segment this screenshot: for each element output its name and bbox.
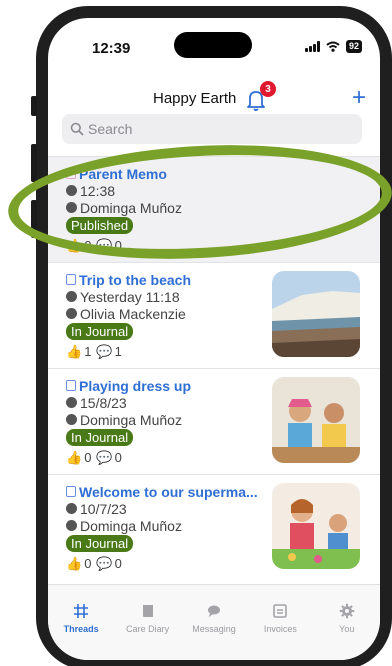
tab-you[interactable]: You [314, 603, 380, 660]
signal-icon [304, 41, 320, 52]
page-title: Happy Earth [153, 90, 237, 107]
book-icon [142, 605, 153, 617]
status-badge: In Journal [66, 429, 134, 446]
thread-title: Trip to the beach [79, 271, 192, 288]
status-badge: In Journal [66, 323, 134, 340]
like-count: 1 [84, 344, 92, 359]
tab-invoices[interactable]: Invoices [247, 603, 313, 660]
invoice-icon [273, 604, 288, 618]
thread-time: Yesterday 11:18 [80, 288, 180, 305]
search-icon [70, 122, 84, 136]
post-icon [66, 380, 76, 391]
tab-label: Invoices [263, 624, 297, 634]
clock-icon [66, 291, 77, 302]
tab-label: Threads [63, 624, 99, 634]
comment-icon[interactable]: 💬 [96, 450, 112, 466]
like-icon[interactable]: 👍 [66, 450, 82, 466]
thread-author: Dominga Muñoz [80, 517, 182, 534]
thread-author: Olivia Mackenzie [80, 305, 186, 322]
side-button-mute [31, 96, 37, 116]
kids-dress-up-photo[interactable] [272, 377, 360, 463]
notification-badge: 3 [260, 81, 276, 97]
hash-grid-icon [74, 604, 89, 618]
comment-icon[interactable]: 💬 [96, 344, 112, 360]
thread-time: 15/8/23 [80, 394, 127, 411]
tab-label: Messaging [192, 624, 236, 634]
comment-count: 0 [114, 450, 122, 465]
thread-title: Playing dress up [79, 377, 192, 394]
like-count: 0 [84, 450, 92, 465]
tab-care-diary[interactable]: Care Diary [115, 603, 181, 660]
like-icon[interactable]: 👍 [66, 556, 82, 572]
person-icon [66, 308, 77, 319]
beach-photo[interactable] [272, 271, 360, 357]
person-icon [66, 414, 77, 425]
thread-author: Dominga Muñoz [80, 411, 182, 428]
thread-time: 10/7/23 [80, 500, 127, 517]
kids-play-photo[interactable] [272, 483, 360, 569]
tab-label: Care Diary [126, 624, 170, 634]
thread-item-playing-dress-up[interactable]: Playing dress up 15/8/23 Dominga Muñoz I… [48, 368, 380, 474]
status-badge: In Journal [66, 535, 134, 552]
comment-icon[interactable]: 💬 [96, 556, 112, 572]
side-button-volume-up [31, 144, 37, 182]
post-icon [66, 486, 76, 497]
add-thread-button[interactable]: + [352, 84, 366, 112]
post-icon [66, 274, 76, 285]
comment-count: 0 [114, 556, 122, 571]
thread-item-welcome[interactable]: Welcome to our superma... 10/7/23 Doming… [48, 474, 380, 584]
battery-indicator: 92 [345, 40, 362, 53]
comment-count: 1 [114, 344, 122, 359]
person-icon [66, 520, 77, 531]
search-input[interactable] [88, 121, 338, 137]
tab-messaging[interactable]: Messaging [181, 603, 247, 660]
chat-bubble-icon [207, 605, 220, 617]
dynamic-island [174, 32, 252, 58]
clock-icon [66, 503, 77, 514]
tab-threads[interactable]: Threads [48, 603, 114, 660]
thread-title: Welcome to our superma... [79, 483, 258, 500]
status-bar: 12:39 92 [48, 18, 380, 70]
tab-label: You [339, 624, 355, 634]
like-icon[interactable]: 👍 [66, 344, 82, 360]
wifi-icon [326, 41, 340, 52]
tab-bar: Threads Care Diary Messaging Invoices Yo… [48, 584, 380, 660]
like-count: 0 [84, 556, 92, 571]
clock-icon [66, 397, 77, 408]
gear-icon [339, 603, 354, 619]
thread-item-trip-to-the-beach[interactable]: Trip to the beach Yesterday 11:18 Olivia… [48, 262, 380, 368]
search-bar[interactable] [62, 114, 362, 144]
status-icons: 92 [304, 40, 362, 53]
app-screen: 12:39 92 Happy Earth 3 + Search Parent M… [48, 18, 380, 660]
status-time: 12:39 [92, 40, 131, 57]
